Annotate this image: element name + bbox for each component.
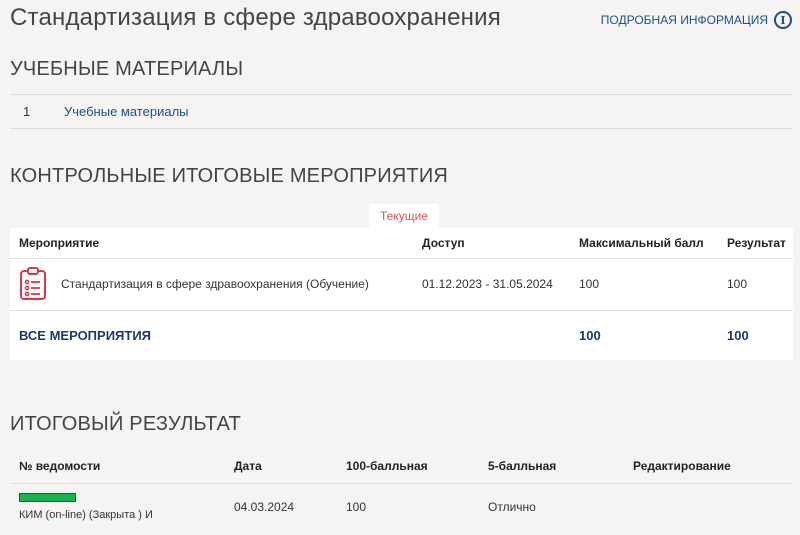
col-date: Дата — [225, 450, 337, 484]
col-score-100: 100-балльная — [337, 450, 479, 484]
event-max-score: 100 — [570, 257, 718, 310]
event-result: 100 — [718, 257, 793, 310]
results-section-title: ИТОГОВЫЙ РЕЗУЛЬТАТ — [10, 413, 242, 435]
col-edit: Редактирование — [624, 450, 793, 484]
statement-cell: КИМ (on-line) (Закрыта ) И — [10, 483, 225, 531]
page-title: Стандартизация в сфере здравоохранения — [10, 4, 501, 31]
events-table: Мероприятие Доступ Максимальный балл Рез… — [10, 228, 793, 360]
col-score-5: 5-балльная — [479, 450, 624, 484]
events-section-title: КОНТРОЛЬНЫЕ ИТОГОВЫЕ МЕРОПРИЯТИЯ — [10, 165, 449, 187]
col-access: Доступ — [422, 235, 465, 250]
materials-item-link[interactable]: Учебные материалы — [64, 104, 189, 119]
col-event: Мероприятие — [19, 235, 100, 250]
result-score-5: Отлично — [488, 500, 536, 515]
statement-subtitle: КИМ (on-line) (Закрыта ) И — [19, 509, 153, 522]
tab-current[interactable]: Текущие — [369, 204, 439, 228]
result-date: 04.03.2024 — [234, 500, 295, 515]
more-info-link[interactable]: ПОДРОБНАЯ ИНФОРМАЦИЯ i — [601, 11, 792, 29]
event-access: 01.12.2023 - 31.05.2024 — [413, 257, 570, 310]
result-edit — [624, 483, 793, 531]
materials-list-item: 1 Учебные материалы — [10, 95, 792, 128]
info-circle-icon: i — [774, 11, 792, 29]
materials-section-title: УЧЕБНЫЕ МАТЕРИАЛЫ — [10, 58, 244, 80]
materials-divider-bottom — [10, 128, 792, 129]
events-total-row: ВСЕ МЕРОПРИЯТИЯ 100 100 — [10, 309, 793, 360]
events-header-row: Мероприятие Доступ Максимальный балл Рез… — [10, 228, 793, 258]
event-name-cell[interactable]: Стандартизация в сфере здравоохранения (… — [19, 267, 413, 301]
total-label: ВСЕ МЕРОПРИЯТИЯ — [10, 309, 413, 360]
results-header-row: № ведомости Дата 100-балльная 5-балльная… — [10, 450, 793, 484]
total-result: 100 — [718, 309, 793, 360]
col-max-score: Максимальный балл — [579, 235, 704, 250]
table-row[interactable]: Стандартизация в сфере здравоохранения (… — [10, 257, 793, 310]
col-result: Результат — [727, 235, 786, 250]
table-row: КИМ (on-line) (Закрыта ) И 04.03.2024 10… — [10, 483, 793, 531]
total-max-score: 100 — [570, 309, 718, 360]
materials-item-number: 1 — [23, 104, 31, 119]
results-table: № ведомости Дата 100-балльная 5-балльная… — [10, 450, 793, 531]
event-name: Стандартизация в сфере здравоохранения (… — [61, 277, 369, 291]
col-statement-number: № ведомости — [10, 450, 225, 484]
more-info-label: ПОДРОБНАЯ ИНФОРМАЦИЯ — [600, 13, 768, 27]
statement-number-bar — [19, 493, 76, 503]
result-score-100: 100 — [346, 500, 367, 515]
clipboard-icon — [20, 267, 46, 300]
